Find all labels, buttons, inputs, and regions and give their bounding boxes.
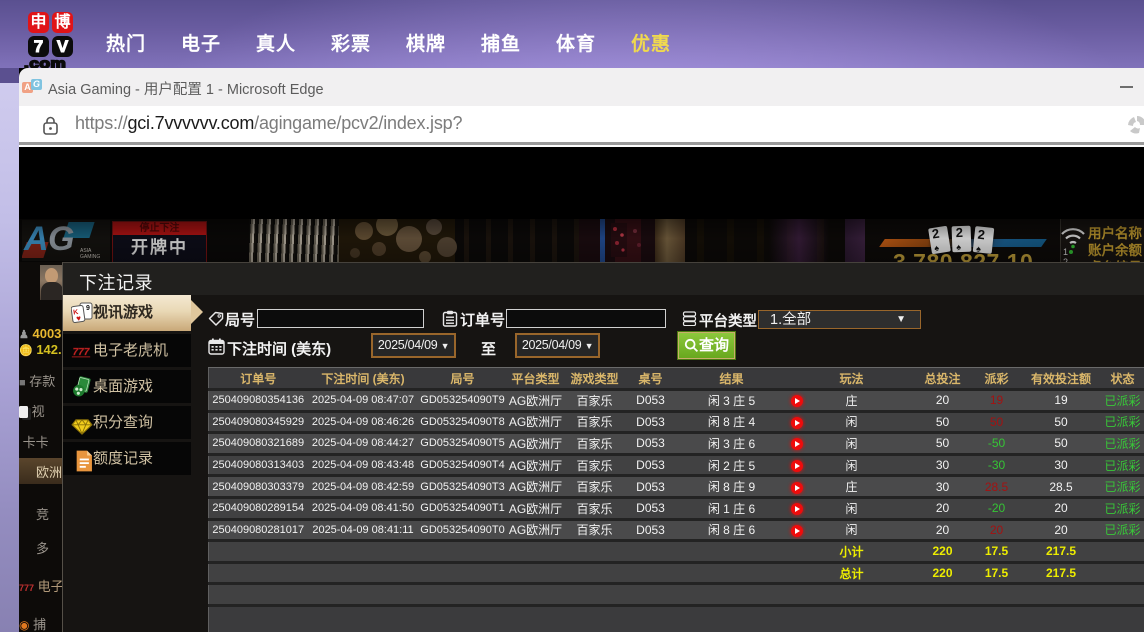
svg-text:9: 9 [86,305,90,312]
svg-text:777: 777 [73,347,90,358]
